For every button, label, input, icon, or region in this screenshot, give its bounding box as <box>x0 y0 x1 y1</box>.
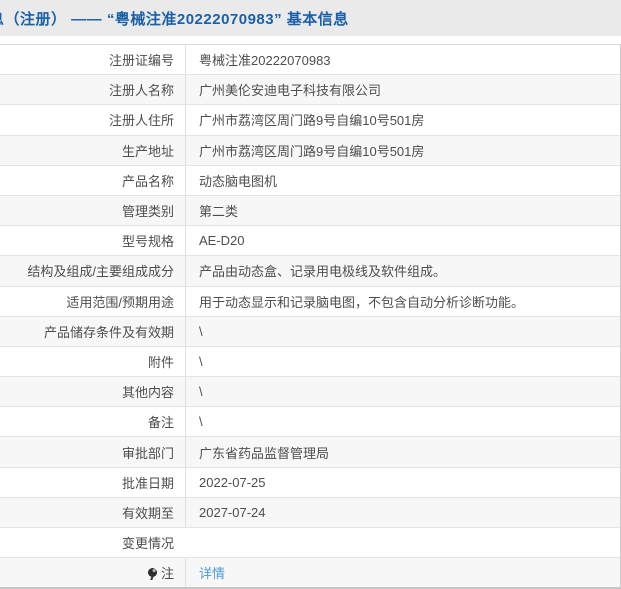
row-value: 动态脑电图机 <box>185 165 620 195</box>
table-row: 备注 \ <box>0 407 620 438</box>
row-value: 粤械注准20222070983 <box>185 45 620 75</box>
row-label: 有效期至 <box>121 505 174 521</box>
info-table-body: 注册证编号 粤械注准20222070983 注册人名称 广州美伦安迪电子科技有限公司注… <box>0 45 620 588</box>
table-row: 批准日期 2022-07-25 <box>0 467 620 498</box>
row-value: 详情 <box>185 558 620 588</box>
row-label: 注册证编号 <box>108 53 174 69</box>
row-label: 变更情况 <box>121 536 174 552</box>
row-label: 附件 <box>147 354 174 370</box>
row-value: 2027-07-24 <box>185 497 620 527</box>
table-row: 管理类别 第二类 <box>0 195 620 227</box>
table-row: 有效期至 2027-07-24 <box>0 497 620 528</box>
row-value <box>185 528 620 557</box>
row-value: \ <box>185 346 620 377</box>
row-value: 广东省药品监督管理局 <box>185 437 620 467</box>
row-label: 注 <box>0 563 185 582</box>
table-row: 变更情况 <box>0 528 620 559</box>
row-label: 注册人名称 <box>108 83 174 99</box>
table-row: 型号规格 AE-D20 <box>0 226 620 257</box>
balloon-note-icon <box>147 568 158 580</box>
row-value: 2022-07-25 <box>185 467 620 497</box>
row-value: \ <box>185 377 620 407</box>
table-row: 其他内容 \ <box>0 377 620 408</box>
table-row: 注册证编号 粤械注准20222070983 <box>0 45 620 76</box>
table-row: 产品储存条件及有效期 \ <box>0 316 620 347</box>
table-row: 注册人名称 广州美伦安迪电子科技有限公司 <box>0 75 620 106</box>
table-row: 结构及组成/主要组成成分 产品由动态盒、记录用电极线及软件组成。 <box>0 256 620 287</box>
row-value: 产品由动态盒、记录用电极线及软件组成。 <box>185 256 620 286</box>
page-title: 息（注册） —— “粤械注准20222070983” 基本信息 <box>0 8 349 29</box>
info-table: 注册证编号 粤械注准20222070983 注册人名称 广州美伦安迪电子科技有限公司注… <box>0 44 621 589</box>
row-label: 其他内容 <box>121 385 174 401</box>
row-value: AE-D20 <box>185 226 620 256</box>
row-label: 结构及组成/主要组成成分 <box>27 264 174 280</box>
row-value: 广州美伦安迪电子科技有限公司 <box>185 75 620 105</box>
table-row: 生产地址 广州市荔湾区周门路9号自编10号501房 <box>0 135 620 166</box>
row-label: 批准日期 <box>121 475 174 491</box>
row-label: 生产地址 <box>121 143 174 159</box>
detail-link[interactable]: 详情 <box>199 563 225 582</box>
row-label: 产品名称 <box>121 173 174 189</box>
page-title-text: （注册） —— “粤械注准20222070983” 基本信息 <box>4 10 349 28</box>
row-value: \ <box>185 407 620 437</box>
page-header: 息（注册） —— “粤械注准20222070983” 基本信息 <box>0 0 621 36</box>
row-value: 第二类 <box>185 195 620 226</box>
row-value: 用于动态显示和记录脑电图，不包含自动分析诊断功能。 <box>185 286 620 316</box>
table-row: 产品名称 动态脑电图机 <box>0 165 620 196</box>
row-value: \ <box>185 316 620 346</box>
row-label: 备注 <box>147 415 174 431</box>
row-label: 型号规格 <box>121 234 174 250</box>
table-row: 审批部门 广东省药品监督管理局 <box>0 437 620 468</box>
row-label: 产品储存条件及有效期 <box>43 324 174 340</box>
table-row: 附件 \ <box>0 346 620 378</box>
row-value: 广州市荔湾区周门路9号自编10号501房 <box>185 135 620 165</box>
table-row: 注详情 <box>0 558 620 588</box>
row-value: 广州市荔湾区周门路9号自编10号501房 <box>185 105 620 135</box>
row-label: 注册人住所 <box>108 113 174 129</box>
row-label: 适用范围/预期用途 <box>66 294 174 310</box>
row-label: 审批部门 <box>121 445 174 461</box>
table-row: 适用范围/预期用途 用于动态显示和记录脑电图，不包含自动分析诊断功能。 <box>0 286 620 317</box>
row-label: 管理类别 <box>121 204 174 220</box>
table-row: 注册人住所 广州市荔湾区周门路9号自编10号501房 <box>0 105 620 136</box>
